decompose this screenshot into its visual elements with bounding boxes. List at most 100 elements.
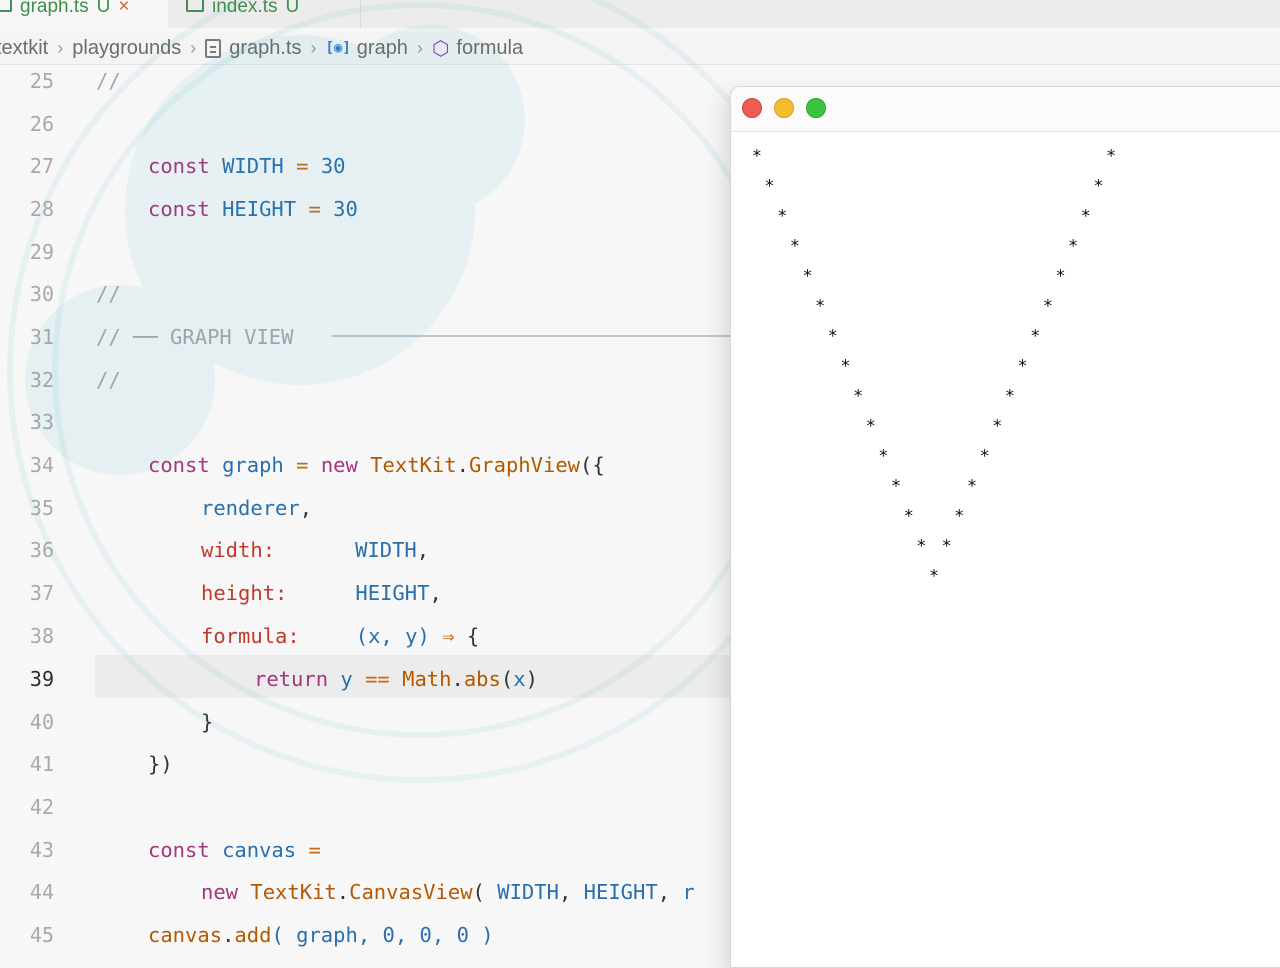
line-number: 34 (29, 452, 54, 477)
plot-star: * (1068, 236, 1078, 257)
identifier: HEIGHT (222, 196, 297, 221)
zoom-window-button[interactable] (806, 98, 826, 118)
line-number: 35 (29, 495, 54, 520)
keyword: new (320, 452, 358, 477)
line-number: 28 (29, 196, 54, 221)
line-number: 41 (29, 751, 54, 776)
minimize-window-button[interactable] (774, 98, 794, 118)
plot-star: * (993, 416, 1002, 437)
file-icon (186, 0, 204, 12)
line-number: 39 (29, 666, 54, 691)
breadcrumb-item-graph[interactable]: graph (357, 37, 408, 60)
plot-star: * (980, 446, 989, 467)
operator: = (296, 153, 309, 178)
punctuation: . (451, 666, 464, 691)
plot-star: * (1106, 146, 1116, 167)
line-number: 33 (29, 409, 54, 434)
plot-star: * (777, 206, 787, 227)
comment: // (96, 281, 121, 306)
file-icon (0, 0, 12, 12)
line-number: 26 (29, 111, 54, 136)
section-heading: ── GRAPH VIEW (133, 324, 294, 349)
keyword: new (201, 879, 239, 904)
plot-star: * (853, 386, 863, 407)
identifier: WIDTH (497, 879, 559, 904)
punctuation: , (558, 879, 572, 904)
breadcrumb-item-playgrounds[interactable]: playgrounds (72, 37, 181, 60)
comment: // (96, 324, 121, 349)
function-name: abs (463, 666, 501, 691)
plot-star: * (1081, 206, 1091, 227)
plot-star: * (942, 536, 951, 557)
cube-icon: ⬡ (431, 37, 450, 60)
window-titlebar[interactable] (731, 87, 1280, 132)
plot-star: * (929, 566, 939, 587)
punctuation: , (657, 879, 671, 904)
line-number: 37 (29, 580, 54, 605)
line-number: 30 (29, 281, 54, 306)
keyword: const (148, 837, 210, 862)
identifier: canvas (222, 837, 297, 862)
operator: = (308, 196, 321, 221)
operator: == (365, 666, 390, 691)
number: 30 (320, 153, 346, 178)
class-name: CanvasView (349, 879, 473, 904)
punctuation: . (222, 922, 235, 947)
line-number: 36 (29, 537, 54, 562)
close-icon[interactable]: × (118, 0, 129, 16)
punctuation: , (416, 537, 430, 562)
plot-star: * (866, 416, 876, 437)
tab-index-ts[interactable]: index.ts U (168, 0, 361, 28)
property: formula: (201, 623, 300, 648)
operator: = (296, 452, 309, 477)
tab-graph-ts[interactable]: graph.ts U × (0, 0, 168, 28)
plot-star: * (841, 356, 850, 377)
plot-star: * (790, 236, 800, 257)
arrow-operator: ⇒ (442, 623, 455, 648)
plot-star: * (1005, 386, 1015, 407)
identifier: WIDTH (222, 153, 284, 178)
graph-preview-window[interactable]: * * * * * * * * * * * * * * * * * * * * * * * * * * * * * (730, 86, 1280, 968)
line-number: 29 (29, 239, 54, 264)
class-name: TextKit (250, 879, 337, 904)
line-number: 27 (29, 153, 54, 178)
identifier: graph (222, 452, 284, 477)
plot-star: * (1018, 356, 1027, 377)
plot-star: * (765, 176, 774, 197)
punctuation: ({ (580, 452, 605, 477)
identifier: canvas (148, 922, 223, 947)
identifier: renderer (201, 495, 300, 520)
class-name: TextKit (370, 452, 457, 477)
identifier: HEIGHT (583, 879, 658, 904)
keyword: const (148, 452, 210, 477)
identifier: x (513, 666, 526, 691)
line-number: 43 (29, 837, 54, 862)
class-name: Math (402, 666, 452, 691)
plot-star: * (904, 506, 913, 527)
line-number: 42 (29, 794, 54, 819)
plot-star: * (828, 326, 838, 347)
identifier: HEIGHT (355, 580, 430, 605)
punctuation: , (299, 495, 313, 520)
comment: // (96, 68, 121, 93)
breadcrumb-item-formula[interactable]: formula (456, 37, 523, 60)
identifier: r (682, 879, 695, 904)
plot-star: * (752, 146, 762, 167)
punctuation: . (336, 879, 350, 904)
line-number: 31 (29, 324, 54, 349)
chevron-right-icon: › (310, 37, 317, 58)
tab-badge: U (96, 0, 111, 17)
plot-star: * (1030, 326, 1040, 347)
breadcrumb-item-graph-ts[interactable]: graph.ts (229, 37, 301, 60)
punctuation: } (201, 709, 214, 734)
punctuation: . (456, 452, 469, 477)
chevron-right-icon: › (57, 37, 64, 58)
function-name: add (234, 922, 272, 947)
line-number: 40 (29, 709, 54, 734)
close-window-button[interactable] (742, 98, 762, 118)
breadcrumb-item-textkit[interactable]: textkit (0, 37, 48, 60)
punctuation: ) (525, 666, 538, 691)
tab-bar: graph.ts U × index.ts U (0, 0, 1280, 28)
plot-star: * (955, 506, 964, 527)
comment: // (96, 367, 121, 392)
